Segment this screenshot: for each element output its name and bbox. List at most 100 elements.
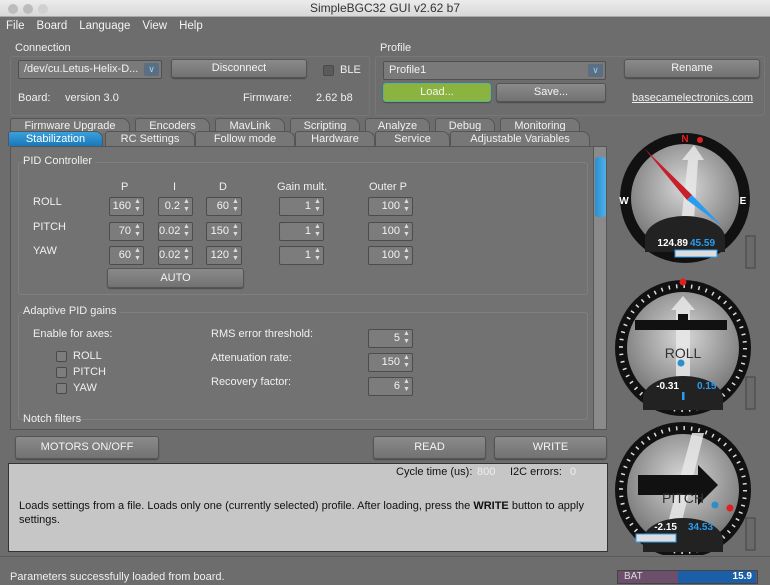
spinner-arrows-icon[interactable]: ▲ ▼ [313,198,322,214]
minimize-window-button[interactable] [23,4,33,14]
notch-filters-title: Notch filters [23,413,82,425]
tab-hardware[interactable]: Hardware [295,131,375,146]
spinner-arrows-icon[interactable]: ▲ ▼ [402,378,411,394]
website-link[interactable]: basecamelectronics.com [632,92,753,104]
help-text-bold: WRITE [473,500,509,512]
spinner-value: 100 [381,249,400,261]
rename-button[interactable]: Rename [624,59,760,78]
spinner-value: 0.02 [159,225,181,237]
spinner-arrows-icon[interactable]: ▲ ▼ [182,198,191,214]
save-button[interactable]: Save... [496,83,606,102]
pitch-gain-mult-spinner[interactable]: 1 ▲ ▼ [279,222,324,241]
recovery-factor-spinner[interactable]: 6 ▲ ▼ [368,377,413,396]
profile-value: Profile1 [389,64,427,76]
spinner-arrows-icon[interactable]: ▲ ▼ [133,247,142,263]
profile-label: Profile [380,42,412,54]
axis-label-yaw: YAW [33,245,57,257]
pitch-p-spinner[interactable]: 70 ▲ ▼ [109,222,144,241]
spinner-arrows-icon[interactable]: ▲ ▼ [133,223,142,239]
spinner-arrows-icon[interactable]: ▲ ▼ [402,354,411,370]
spinner-value: 0.02 [159,249,181,261]
read-button[interactable]: READ [373,436,486,459]
yaw-checkbox-label: YAW [73,382,97,394]
spinner-arrows-icon[interactable]: ▲ ▼ [313,247,322,263]
tab-adjustable-variables[interactable]: Adjustable Variables [450,131,590,146]
menu-language[interactable]: Language [73,17,136,36]
auto-button[interactable]: AUTO [107,268,244,288]
menu-file[interactable]: File [0,17,31,36]
close-window-button[interactable] [8,4,18,14]
write-button[interactable]: WRITE [494,436,607,459]
yaw-gain-mult-spinner[interactable]: 1 ▲ ▼ [279,246,324,265]
attenuation-rate-spinner[interactable]: 150 ▲ ▼ [368,353,413,372]
roll-p-spinner[interactable]: 160 ▲ ▼ [109,197,144,216]
header-d: D [219,181,227,193]
spinner-arrows-icon[interactable]: ▲ ▼ [231,223,240,239]
menu-help[interactable]: Help [173,17,209,36]
battery-label: BAT [624,571,643,582]
ble-checkbox[interactable] [323,65,334,76]
yaw-p-spinner[interactable]: 60 ▲ ▼ [109,246,144,265]
roll-i-spinner[interactable]: 0.2 ▲ ▼ [158,197,193,216]
pid-controller-title: PID Controller [23,155,96,167]
spinner-arrows-icon[interactable]: ▲ ▼ [313,223,322,239]
tab-service[interactable]: Service [375,131,450,146]
roll-d-spinner[interactable]: 60 ▲ ▼ [206,197,242,216]
tab-follow-mode[interactable]: Follow mode [195,131,295,146]
spinner-value: 120 [210,249,229,261]
profile-select[interactable]: Profile1 ∨ [383,61,606,80]
recovery-value: 6 [393,380,400,392]
cycle-time-value: 800 [477,466,496,478]
load-button[interactable]: Load... [383,83,491,102]
rms-threshold-label: RMS error threshold: [211,328,314,340]
header-p: P [121,181,129,193]
spinner-arrows-icon[interactable]: ▲ ▼ [402,223,411,239]
roll-value: -0.31 [656,381,679,392]
port-select[interactable]: /dev/cu.Letus-Helix-D... ∨ [18,60,162,79]
cycle-time-label: Cycle time (us): [396,466,473,478]
spinner-value: 160 [112,200,131,212]
yaw-checkbox[interactable] [56,383,67,394]
header-gain-mult: Gain mult. [277,181,328,193]
yaw-power-bar [745,235,756,269]
west-label: W [619,196,629,207]
spinner-arrows-icon[interactable]: ▲ ▼ [402,247,411,263]
pitch-d-spinner[interactable]: 150 ▲ ▼ [206,222,242,241]
menu-board[interactable]: Board [31,17,74,36]
motors-on-off-button[interactable]: MOTORS ON/OFF [15,436,159,459]
spinner-arrows-icon[interactable]: ▲ ▼ [402,330,411,346]
board-label: Board: [18,92,51,104]
spinner-arrows-icon[interactable]: ▲ ▼ [133,198,142,214]
yaw-d-spinner[interactable]: 120 ▲ ▼ [206,246,242,265]
zoom-window-button[interactable] [38,4,48,14]
rms-threshold-spinner[interactable]: 5 ▲ ▼ [368,329,413,348]
menu-view[interactable]: View [136,17,173,36]
spinner-arrows-icon[interactable]: ▲ ▼ [231,247,240,263]
north-label: N [681,134,688,145]
attenuation-rate-label: Attenuation rate: [211,352,292,364]
spinner-arrows-icon[interactable]: ▲ ▼ [402,198,411,214]
yaw-outer-p-spinner[interactable]: 100 ▲ ▼ [368,246,413,265]
roll-outer-p-spinner[interactable]: 100 ▲ ▼ [368,197,413,216]
recovery-factor-label: Recovery factor: [211,376,292,388]
attenuation-value: 150 [381,356,400,368]
pitch-outer-p-spinner[interactable]: 100 ▲ ▼ [368,222,413,241]
disconnect-button[interactable]: Disconnect [171,59,307,78]
vertical-scrollbar[interactable] [593,147,606,429]
tab-rc-settings[interactable]: RC Settings [105,131,195,146]
roll-checkbox[interactable] [56,351,67,362]
yaw-i-spinner[interactable]: 0.02 ▲ ▼ [158,246,193,265]
stabilization-panel: PID Controller P I D Gain mult. Outer P … [10,146,607,430]
pitch-i-spinner[interactable]: 0.02 ▲ ▼ [158,222,193,241]
spinner-arrows-icon[interactable]: ▲ ▼ [182,247,191,263]
tab-stabilization[interactable]: Stabilization [8,131,103,146]
spinner-arrows-icon[interactable]: ▲ ▼ [231,198,240,214]
enable-axes-label: Enable for axes: [33,328,113,340]
spinner-value: 60 [118,249,131,261]
pitch-checkbox[interactable] [56,367,67,378]
spinner-arrows-icon[interactable]: ▲ ▼ [182,223,191,239]
pitch-value: -2.15 [654,522,677,533]
scrollbar-thumb[interactable] [595,157,606,217]
gauges-panel: N W E 124.89 45.59 ROLL -0.31 0.15 PITCH… [615,133,756,555]
roll-gain-mult-spinner[interactable]: 1 ▲ ▼ [279,197,324,216]
